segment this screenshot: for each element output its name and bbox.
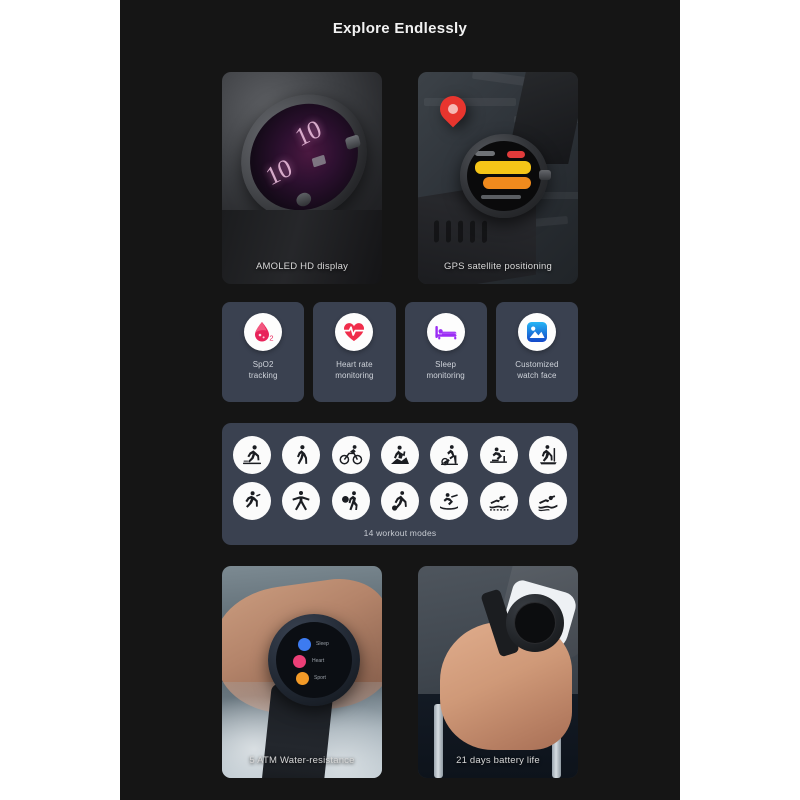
watch-widget-chip xyxy=(311,154,327,168)
page-title: Explore Endlessly xyxy=(332,20,468,37)
rowing-machine-icon[interactable] xyxy=(479,436,518,474)
feature-card-watch-face[interactable]: Customized watch face xyxy=(495,302,578,402)
watch-face xyxy=(467,141,541,211)
feature-label-line1: Sleep xyxy=(435,360,457,369)
card-caption: 5 ATM Water-resistance xyxy=(249,755,355,766)
strap-ridge xyxy=(446,220,451,243)
menu-dot-icon xyxy=(296,672,309,685)
crown-button-icon xyxy=(344,134,361,151)
pool-swim-icon[interactable] xyxy=(479,482,518,520)
card-caption: 21 days battery life xyxy=(456,755,540,766)
spo2-drop-icon: 2 xyxy=(244,313,283,351)
feature-label-line2: watch face xyxy=(517,371,557,380)
card-amoled-display[interactable]: 10 10 AMOLED HD display xyxy=(222,72,382,284)
location-pin-icon xyxy=(434,90,472,128)
feature-card-heart-rate[interactable]: Heart rate monitoring xyxy=(313,302,396,402)
watch-digit: 10 xyxy=(261,152,297,192)
watch-body xyxy=(506,594,564,652)
heart-rate-icon xyxy=(335,313,374,351)
watch-strap xyxy=(222,210,382,284)
face-bar xyxy=(475,161,531,174)
menu-label: Heart xyxy=(312,658,325,664)
football-icon[interactable] xyxy=(380,482,419,520)
climbing-icon[interactable] xyxy=(380,436,419,474)
workout-caption: 14 workout modes xyxy=(363,528,437,538)
face-bar xyxy=(481,195,521,199)
walking-icon[interactable] xyxy=(282,436,321,474)
card-caption: GPS satellite positioning xyxy=(444,261,552,272)
exercise-icon[interactable] xyxy=(233,482,271,520)
feature-card-sleep[interactable]: Sleep monitoring xyxy=(404,302,487,402)
feature-card-list: 2 SpO2 tracking Heart rate monitoring Sl… xyxy=(222,302,578,402)
product-detail-page: Explore Endlessly 10 10 AMOLED HD displa… xyxy=(0,0,800,800)
workout-modes-panel: 14 workout modes xyxy=(222,423,578,545)
luggage-handle-rod xyxy=(434,704,443,778)
workout-row-1 xyxy=(233,436,567,474)
menu-dot-icon xyxy=(293,655,306,668)
card-water-resistance[interactable]: Sleep Heart Sport 5 ATM Water-resistance xyxy=(222,566,382,778)
feature-label: Heart rate monitoring xyxy=(335,359,373,381)
menu-label: Sleep xyxy=(316,641,329,647)
watch-body: Sleep Heart Sport xyxy=(268,614,360,706)
strap-ridge xyxy=(434,220,439,243)
face-bar xyxy=(483,177,531,189)
watch-body xyxy=(460,134,551,218)
cycling-icon[interactable] xyxy=(331,436,370,474)
strap-ridge xyxy=(458,220,463,244)
card-caption: AMOLED HD display xyxy=(255,261,349,272)
feature-label: Sleep monitoring xyxy=(426,359,464,381)
face-bar xyxy=(507,151,525,158)
feature-card-spo2[interactable]: 2 SpO2 tracking xyxy=(222,302,305,402)
menu-dot-icon xyxy=(298,638,311,651)
card-gps-positioning[interactable]: GPS satellite positioning xyxy=(418,72,578,284)
map-road xyxy=(424,98,516,106)
face-bar xyxy=(475,151,495,156)
running-icon[interactable] xyxy=(233,436,271,474)
feature-label: SpO2 tracking xyxy=(249,359,278,381)
sleep-bed-icon xyxy=(426,313,465,351)
strap-ridge xyxy=(470,220,475,244)
feature-label-line1: SpO2 xyxy=(252,360,274,369)
strap-ridge xyxy=(482,220,487,244)
feature-label-line2: monitoring xyxy=(426,371,465,380)
yoga-icon[interactable] xyxy=(282,482,321,520)
feature-label: Customized watch face xyxy=(515,359,558,381)
kayaking-icon[interactable] xyxy=(430,482,469,520)
spinning-icon[interactable] xyxy=(430,436,469,474)
watch-digit: 10 xyxy=(290,113,326,153)
watch-face: Sleep Heart Sport xyxy=(276,622,352,698)
basketball-icon[interactable] xyxy=(331,482,370,520)
workout-row-2 xyxy=(233,482,567,520)
menu-label: Sport xyxy=(314,675,326,681)
feature-label-line1: Heart rate xyxy=(336,360,373,369)
card-battery-life[interactable]: 21 days battery life xyxy=(418,566,578,778)
dark-content-panel: Explore Endlessly 10 10 AMOLED HD displa… xyxy=(120,0,680,800)
treadmill-icon[interactable] xyxy=(528,436,567,474)
svg-text:2: 2 xyxy=(270,333,274,342)
crown-button-icon xyxy=(539,170,551,180)
feature-label-line2: monitoring xyxy=(335,371,374,380)
feature-label-line2: tracking xyxy=(248,371,278,380)
open-water-icon[interactable] xyxy=(528,482,567,520)
feature-label-line1: Customized xyxy=(515,360,559,369)
watch-face-icon xyxy=(517,313,556,351)
